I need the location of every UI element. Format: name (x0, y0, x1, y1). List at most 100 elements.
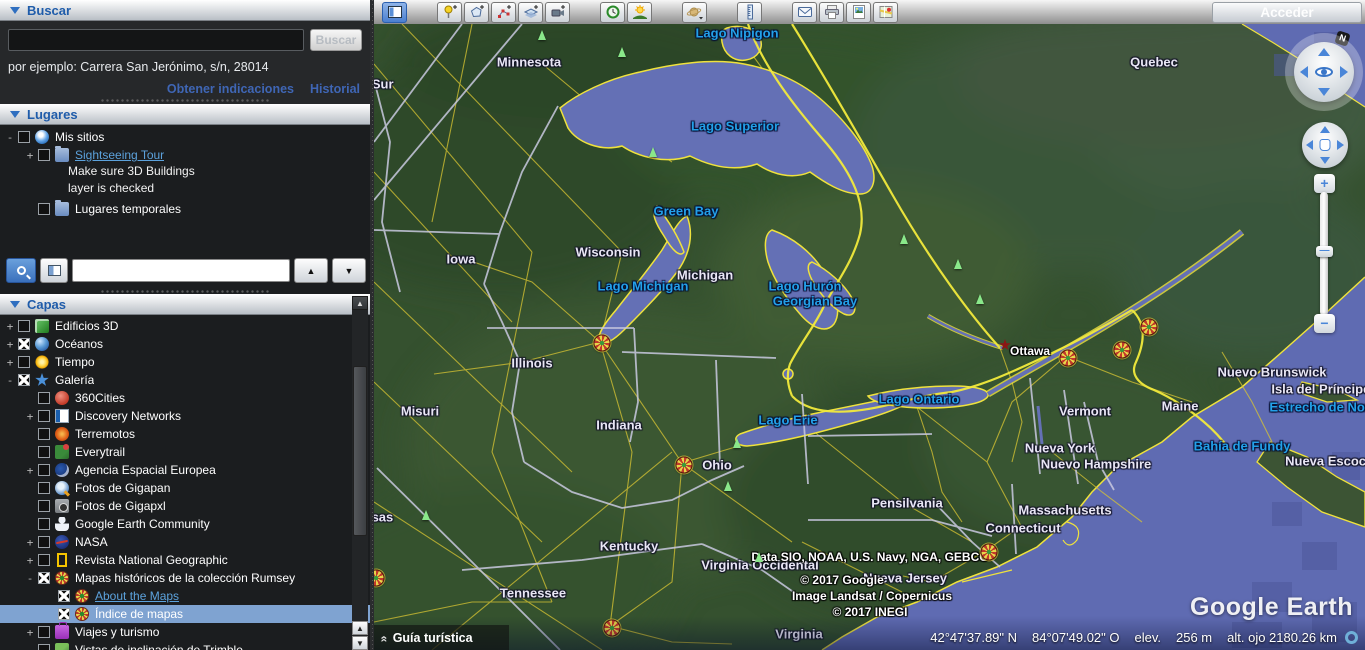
look-joystick[interactable] (1294, 42, 1354, 102)
layer-row[interactable]: +NASA (0, 533, 370, 551)
layer-checkbox[interactable] (38, 644, 50, 650)
checkbox[interactable] (38, 203, 50, 215)
save-image-button[interactable] (846, 2, 871, 23)
tree-item-temporary-places[interactable]: Lugares temporales (0, 200, 370, 218)
layer-checkbox[interactable] (18, 374, 30, 386)
history-link[interactable]: Historial (310, 82, 360, 96)
places-filter-input[interactable] (72, 259, 290, 282)
tree-item-my-places[interactable]: - Mis sitios (0, 128, 370, 146)
add-placemark-button[interactable] (437, 2, 462, 23)
look-right-icon[interactable] (1340, 66, 1348, 78)
layer-row[interactable]: -Galería (0, 371, 370, 389)
layer-row[interactable]: +Agencia Espacial Europea (0, 461, 370, 479)
rumsey-map-marker[interactable] (1141, 319, 1158, 336)
scroll-up-button-2[interactable]: ▲ (352, 621, 368, 635)
email-button[interactable] (792, 2, 817, 23)
expander-icon[interactable]: + (24, 536, 36, 549)
search-input[interactable] (8, 29, 304, 51)
layer-row[interactable]: +Revista National Geographic (0, 551, 370, 569)
layer-checkbox[interactable] (18, 338, 30, 350)
layer-label[interactable]: About the Maps (95, 589, 179, 603)
layer-checkbox[interactable] (58, 608, 70, 620)
layer-row[interactable]: +Tiempo (0, 353, 370, 371)
toggle-panel-button[interactable] (40, 258, 68, 283)
rumsey-map-marker[interactable] (981, 544, 998, 561)
get-directions-link[interactable]: Obtener indicaciones (167, 82, 294, 96)
scroll-down-button[interactable]: ▼ (352, 636, 368, 650)
move-up-icon[interactable] (1320, 126, 1330, 133)
tour-guide-bar[interactable]: « Guía turística (374, 625, 509, 650)
layer-row[interactable]: +Océanos (0, 335, 370, 353)
expander-icon[interactable]: + (4, 320, 16, 333)
toggle-sidebar-button[interactable] (382, 2, 407, 23)
layer-checkbox[interactable] (38, 518, 50, 530)
move-right-icon[interactable] (1337, 140, 1344, 150)
rumsey-map-marker[interactable] (594, 335, 611, 352)
map-viewport[interactable]: Lago NipigonMinnesotaDakota del SurQuebe… (374, 24, 1365, 650)
layer-checkbox[interactable] (18, 320, 30, 332)
places-panel-header[interactable]: Lugares (0, 104, 370, 125)
expander-icon[interactable]: + (4, 356, 16, 369)
layer-row[interactable]: +Edificios 3D (0, 317, 370, 335)
checkbox[interactable] (18, 131, 30, 143)
expander-icon[interactable]: + (4, 338, 16, 351)
search-button[interactable]: Buscar (310, 29, 362, 51)
layers-scrollbar[interactable]: ▲ ▲ ▼ (352, 296, 368, 650)
layer-checkbox[interactable] (38, 446, 50, 458)
layer-row[interactable]: Google Earth Community (0, 515, 370, 533)
layer-checkbox[interactable] (58, 590, 70, 602)
look-left-icon[interactable] (1300, 66, 1308, 78)
layer-row[interactable]: 360Cities (0, 389, 370, 407)
layer-checkbox[interactable] (38, 572, 50, 584)
tree-item-sightseeing-tour[interactable]: + Sightseeing Tour (0, 146, 370, 164)
scroll-up-button[interactable]: ▲ (352, 296, 368, 310)
move-left-icon[interactable] (1306, 140, 1313, 150)
expander-icon[interactable]: + (24, 149, 36, 162)
zoom-slider-handle[interactable]: — (1316, 246, 1333, 257)
expander-icon[interactable]: + (24, 554, 36, 567)
ruler-button[interactable] (737, 2, 762, 23)
layer-row[interactable]: Vistas de inclinación de Trimble (0, 641, 370, 650)
layer-checkbox[interactable] (38, 500, 50, 512)
move-down-icon[interactable] (1320, 157, 1330, 164)
layer-checkbox[interactable] (18, 356, 30, 368)
expander-icon[interactable]: - (24, 572, 36, 585)
layer-checkbox[interactable] (38, 536, 50, 548)
look-up-icon[interactable] (1318, 48, 1330, 56)
zoom-out-button[interactable]: − (1314, 314, 1335, 333)
search-panel-header[interactable]: Buscar (0, 0, 370, 21)
sign-in-button[interactable]: Acceder (1212, 2, 1362, 23)
print-button[interactable] (819, 2, 844, 23)
layer-row[interactable]: Fotos de Gigapan (0, 479, 370, 497)
rumsey-map-marker[interactable] (604, 620, 621, 637)
layer-row[interactable]: +Discovery Networks (0, 407, 370, 425)
expander-icon[interactable]: - (4, 374, 16, 387)
layer-checkbox[interactable] (38, 392, 50, 404)
move-down-button[interactable]: ▼ (332, 258, 366, 283)
checkbox[interactable] (38, 149, 50, 161)
layer-checkbox[interactable] (38, 410, 50, 422)
rumsey-map-marker[interactable] (1114, 342, 1131, 359)
layer-row[interactable]: Terremotos (0, 425, 370, 443)
move-up-button[interactable]: ▲ (294, 258, 328, 283)
layers-panel-header[interactable]: Capas (0, 294, 370, 315)
sunlight-button[interactable] (627, 2, 652, 23)
expander-icon[interactable]: + (24, 410, 36, 423)
layer-checkbox[interactable] (38, 482, 50, 494)
record-tour-button[interactable] (545, 2, 570, 23)
expander-icon[interactable]: + (24, 626, 36, 639)
planets-button[interactable] (682, 2, 707, 23)
layer-row[interactable]: Everytrail (0, 443, 370, 461)
zoom-in-button[interactable]: + (1314, 174, 1335, 193)
add-polygon-button[interactable] (464, 2, 489, 23)
expander-icon[interactable]: + (24, 464, 36, 477)
add-path-button[interactable] (491, 2, 516, 23)
layer-checkbox[interactable] (38, 464, 50, 476)
panel-resize-grip[interactable] (100, 98, 270, 103)
historical-imagery-button[interactable] (600, 2, 625, 23)
layer-checkbox[interactable] (38, 554, 50, 566)
rumsey-map-marker[interactable] (676, 457, 693, 474)
add-image-overlay-button[interactable] (518, 2, 543, 23)
look-down-icon[interactable] (1318, 88, 1330, 96)
search-places-button[interactable] (6, 258, 36, 283)
